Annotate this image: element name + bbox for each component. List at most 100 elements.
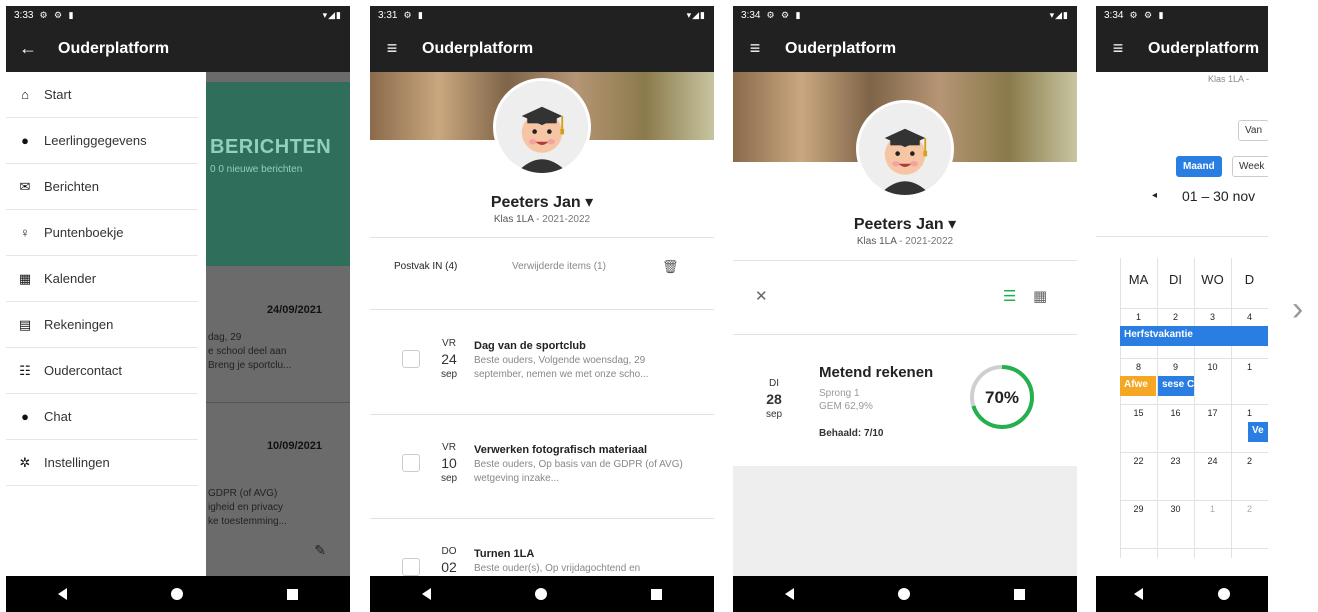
calendar-day[interactable]: 1: [1120, 312, 1157, 322]
app-title: Ouderplatform: [785, 39, 897, 57]
menu-item-label: Start: [44, 87, 72, 102]
recents-icon[interactable]: [287, 588, 298, 600]
calendar-day[interactable]: 2: [1231, 456, 1268, 466]
trash-icon[interactable]: 🗑: [662, 259, 679, 275]
navigation-drawer: ⌂ Start ● Leerlinggegevens ✉ Berichten ♀ Punten…: [6, 72, 206, 576]
back-arrow-icon[interactable]: ←: [6, 38, 50, 59]
app-bar: ← Ouderplatform: [6, 25, 350, 72]
calendar-day[interactable]: 8: [1120, 362, 1157, 372]
calendar-day[interactable]: 10: [1194, 362, 1231, 372]
divider: [370, 237, 714, 238]
divider: [733, 260, 1077, 261]
calendar-day[interactable]: 3: [1194, 312, 1231, 322]
message-preview: Beste ouder(s), Op vrijdagochtend en: [474, 563, 641, 574]
menu-item-instellingen[interactable]: ✲ Instellingen: [6, 440, 198, 486]
menu-item-berichten[interactable]: ✉ Berichten: [6, 164, 198, 210]
calendar-day[interactable]: 30: [1157, 504, 1194, 514]
home-icon[interactable]: [1218, 588, 1231, 600]
back-icon[interactable]: [1133, 588, 1143, 600]
calendar-day[interactable]: 22: [1120, 456, 1157, 466]
menu-item-label: Leerlinggegevens: [44, 133, 147, 148]
score: Behaald: 7/10: [819, 428, 884, 439]
home-icon[interactable]: [898, 588, 910, 600]
status-bar: 3:34 ⚙ ⚙ ▮: [1096, 6, 1268, 25]
banner-title: BERICHTEN: [210, 136, 332, 158]
notification-icons: ⚙ ▮: [403, 10, 425, 20]
calendar-event[interactable]: Herfstvakantie: [1120, 326, 1268, 346]
message-date: 10/09/2021: [266, 440, 322, 452]
message-title: Dag van de sportclub: [474, 340, 586, 352]
menu-item-chat[interactable]: ● Chat: [6, 394, 198, 440]
calendar-day[interactable]: 24: [1194, 456, 1231, 466]
calendar-day[interactable]: 15: [1120, 408, 1157, 418]
calendar-day[interactable]: 1: [1231, 362, 1268, 372]
menu-icon[interactable]: ≡: [370, 38, 414, 59]
tab-inbox[interactable]: Postvak IN (4): [394, 261, 457, 272]
week-button[interactable]: Week: [1232, 156, 1268, 177]
status-bar: 3:33 ⚙ ⚙ ▮ ▾◢▮: [6, 6, 350, 25]
back-icon[interactable]: [58, 588, 67, 600]
message-row[interactable]: VR 24 sep Dag van de sportclub Beste ouders,…: [370, 310, 714, 414]
calendar-day[interactable]: 9: [1157, 362, 1194, 372]
message-checkbox[interactable]: [402, 558, 420, 576]
home-icon[interactable]: [171, 588, 183, 600]
menu-item-puntenboekje[interactable]: ♀ Puntenboekje: [6, 210, 198, 256]
grid-line: [1120, 548, 1268, 549]
chevron-right-icon[interactable]: ›: [1292, 290, 1303, 329]
message-line: igheid en privacy: [208, 502, 284, 513]
chat-icon: ●: [21, 409, 29, 424]
subject-sub: Sprong 1: [819, 388, 860, 399]
student-name[interactable]: Peeters Jan ▾: [370, 192, 714, 212]
message-title: Turnen 1LA: [474, 548, 535, 560]
tab-deleted[interactable]: Verwijderde items (1): [512, 261, 606, 272]
list-view-icon[interactable]: ☰: [1003, 287, 1016, 305]
menu-icon[interactable]: ≡: [733, 38, 777, 59]
prev-icon[interactable]: ◂: [1152, 190, 1157, 201]
student-avatar: [856, 100, 954, 198]
calendar-day[interactable]: 23: [1157, 456, 1194, 466]
calendar-event[interactable]: Ve: [1248, 422, 1268, 442]
close-icon[interactable]: ✕: [755, 287, 768, 305]
student-name[interactable]: Peeters Jan ▾: [733, 214, 1077, 234]
menu-item-rekeningen[interactable]: ▤ Rekeningen: [6, 302, 198, 348]
menu-item-start[interactable]: ⌂ Start: [6, 72, 198, 118]
menu-item-label: Puntenboekje: [44, 225, 124, 240]
calendar-day[interactable]: 1: [1194, 504, 1231, 514]
message-row[interactable]: VR 10 sep Verwerken fotografisch materiaal B…: [370, 414, 714, 518]
back-icon[interactable]: [785, 588, 794, 600]
calendar-day[interactable]: 16: [1157, 408, 1194, 418]
calendar-day[interactable]: 29: [1120, 504, 1157, 514]
message-preview: Beste ouders, Volgende woensdag, 29 sept…: [474, 355, 649, 380]
dimmed-background[interactable]: BERICHTEN 0 0 nieuwe berichten 24/09/202…: [206, 72, 350, 576]
calendar-event[interactable]: Afwe: [1120, 376, 1156, 396]
calendar-event[interactable]: sese C: [1158, 376, 1194, 396]
calendar-day[interactable]: 17: [1194, 408, 1231, 418]
message-checkbox[interactable]: [402, 350, 420, 368]
month-button[interactable]: Maand: [1176, 156, 1222, 177]
message-checkbox[interactable]: [402, 454, 420, 472]
weekday-header: DI: [1169, 272, 1182, 287]
message-date: VR 24 sep: [440, 338, 458, 380]
status-time: 3:31: [378, 10, 398, 21]
menu-icon[interactable]: ≡: [1096, 38, 1140, 59]
recents-icon[interactable]: [1014, 588, 1025, 600]
home-icon[interactable]: [535, 588, 547, 600]
home-icon: ⌂: [21, 87, 29, 102]
back-icon[interactable]: [422, 588, 431, 600]
menu-item-oudercontact[interactable]: ☷ Oudercontact: [6, 348, 198, 394]
calendar-day[interactable]: 2: [1157, 312, 1194, 322]
calendar-day[interactable]: 1: [1231, 408, 1268, 418]
notification-icons: ⚙ ⚙ ▮: [39, 10, 76, 20]
divider: [733, 334, 1077, 335]
recents-icon[interactable]: [651, 588, 662, 600]
menu-item-leerlinggegevens[interactable]: ● Leerlinggegevens: [6, 118, 198, 164]
today-button[interactable]: Van: [1238, 120, 1268, 141]
grid-view-icon[interactable]: ▦: [1033, 287, 1047, 305]
menu-item-kalender[interactable]: ▦ Kalender: [6, 256, 198, 302]
signal-battery-icon: ▾◢▮: [686, 10, 706, 20]
system-nav-bar: [370, 576, 714, 612]
grade-result[interactable]: DI 28 sep Metend rekenen Sprong 1 GEM 62…: [733, 338, 1077, 468]
calendar-day[interactable]: 2: [1231, 504, 1268, 514]
menu-item-label: Rekeningen: [44, 317, 114, 332]
calendar-day[interactable]: 4: [1231, 312, 1268, 322]
